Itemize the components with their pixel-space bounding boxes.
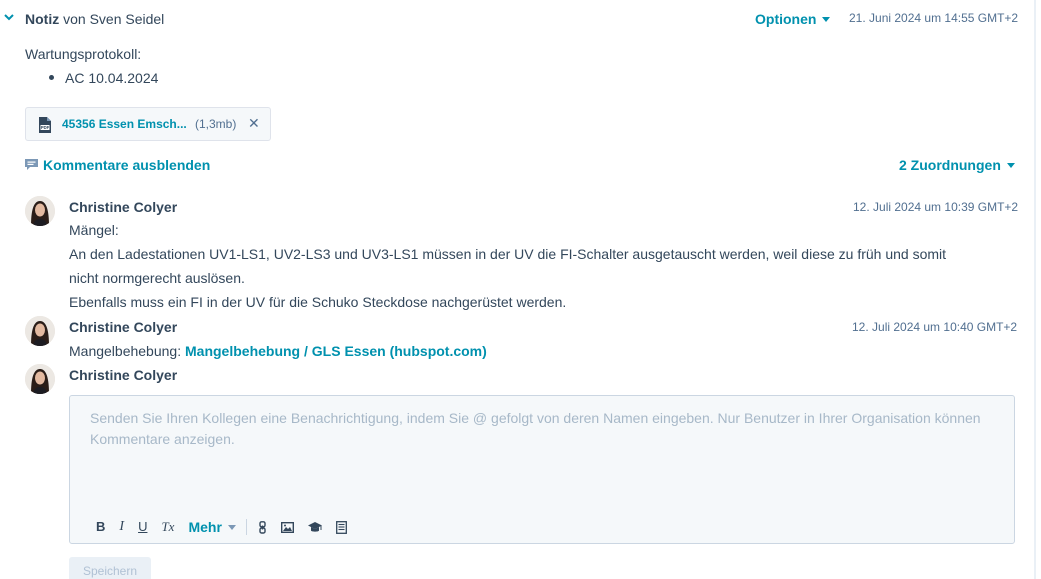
comment-prefix: Mangelbehebung: (69, 343, 182, 359)
note-date: 21. Juni 2024 um 14:55 GMT+2 (849, 11, 1019, 25)
pdf-file-icon: PDF (39, 117, 51, 133)
underline-button[interactable]: U (138, 518, 147, 536)
note-type-label: Notiz (25, 11, 60, 27)
comment-icon (25, 159, 38, 171)
avatar-portrait-icon (25, 196, 55, 226)
note-author-text: von Sven Seidel (63, 11, 165, 27)
clear-format-button[interactable]: Tx (161, 518, 174, 536)
snippet-icon[interactable] (335, 520, 347, 534)
caret-down-icon (822, 16, 831, 22)
hide-comments-label: Kommentare ausblenden (43, 157, 211, 173)
note-body-heading: Wartungsprotokoll: (25, 46, 142, 62)
caret-down-icon (1006, 162, 1015, 168)
associations-label: 2 Zuordnungen (899, 157, 1001, 173)
more-label: Mehr (188, 519, 222, 535)
comment-text-line: Mängel: (69, 222, 119, 238)
image-icon[interactable] (280, 521, 294, 533)
remove-attachment-close-icon[interactable]: ✕ (248, 115, 260, 132)
options-dropdown[interactable]: Optionen (755, 10, 831, 28)
comment-editor[interactable]: Senden Sie Ihren Kollegen eine Benachric… (69, 395, 1015, 544)
comment-text-line: An den Ladestationen UV1-LS1, UV2-LS3 un… (69, 246, 947, 262)
note-title: Notiz von Sven Seidel (25, 10, 164, 28)
knowledge-base-icon[interactable] (307, 521, 322, 533)
composer-author: Christine Colyer (69, 367, 178, 383)
attachment-file-name[interactable]: 45356 Essen Emsch... (62, 117, 187, 132)
avatar-portrait-icon (25, 316, 55, 346)
more-button[interactable]: Mehr (188, 518, 236, 536)
bold-button[interactable]: B (96, 518, 105, 536)
comment-input-placeholder[interactable]: Senden Sie Ihren Kollegen eine Benachric… (90, 408, 990, 450)
svg-text:PDF: PDF (41, 125, 50, 130)
chevron-down-icon[interactable] (3, 11, 15, 23)
editor-toolbar: B I U Tx Mehr (96, 517, 361, 537)
toolbar-divider (245, 519, 247, 535)
note-bullet-item: AC 10.04.2024 (65, 70, 159, 86)
hide-comments-button[interactable]: Kommentare ausblenden (25, 156, 210, 174)
attachment-file-size: (1,3mb) (195, 117, 237, 131)
avatar (25, 196, 55, 226)
comment-date: 12. Juli 2024 um 10:40 GMT+2 (852, 320, 1018, 334)
attachment-chip[interactable]: PDF 45356 Essen Emsch... (1,3mb) ✕ (25, 107, 271, 141)
scrollbar-track[interactable] (1034, 0, 1036, 579)
comment-text-line: Mangelbehebung: Mangelbehebung / GLS Ess… (69, 339, 487, 363)
avatar-portrait-icon (25, 364, 55, 394)
avatar (25, 364, 55, 394)
link-icon[interactable] (259, 520, 267, 534)
italic-button[interactable]: I (119, 518, 124, 536)
comment-text-line: nicht normgerecht auslösen. (69, 270, 245, 286)
caret-down-icon (227, 524, 236, 530)
associations-dropdown[interactable]: 2 Zuordnungen (899, 156, 1015, 174)
options-label: Optionen (755, 11, 817, 27)
save-button[interactable]: Speichern (69, 557, 151, 579)
note-card: Notiz von Sven Seidel Optionen 21. Juni … (0, 0, 1041, 579)
comment-text-line: Ebenfalls muss ein FI in der UV für die … (69, 294, 567, 310)
bullet-icon (49, 75, 54, 80)
avatar (25, 316, 55, 346)
comment-link[interactable]: Mangelbehebung / GLS Essen (hubspot.com) (185, 343, 487, 359)
comment-author[interactable]: Christine Colyer (69, 318, 177, 336)
comment-date: 12. Juli 2024 um 10:39 GMT+2 (853, 200, 1019, 214)
comment-author[interactable]: Christine Colyer (69, 198, 177, 216)
